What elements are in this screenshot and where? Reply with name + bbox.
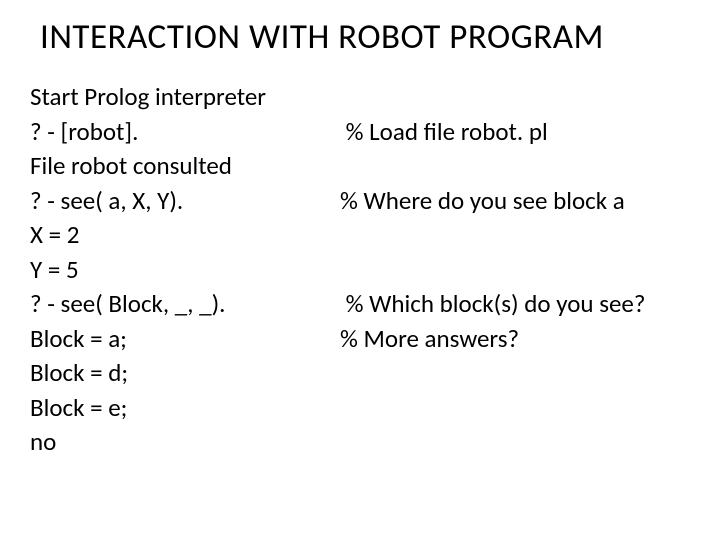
code-left: ? - see( a, X, Y). [30, 184, 340, 219]
code-comment: % More answers? [340, 322, 690, 357]
code-left: Start Prolog interpreter [30, 80, 340, 115]
code-line: Start Prolog interpreter [30, 80, 690, 115]
code-left: X = 2 [30, 218, 340, 253]
code-line: Block = e; [30, 391, 690, 426]
code-comment [340, 425, 690, 460]
code-comment [340, 356, 690, 391]
code-line: ? - see( Block, _, _). % Which block(s) … [30, 287, 690, 322]
code-comment [340, 253, 690, 288]
code-left: ? - see( Block, _, _). [30, 287, 340, 322]
code-comment [340, 391, 690, 426]
code-left: Block = d; [30, 356, 340, 391]
code-left: no [30, 425, 340, 460]
code-left: Y = 5 [30, 253, 340, 288]
code-line: File robot consulted [30, 149, 690, 184]
code-line: Block = d; [30, 356, 690, 391]
code-left: Block = e; [30, 391, 340, 426]
code-left: File robot consulted [30, 149, 340, 184]
code-comment [340, 218, 690, 253]
slide-container: INTERACTION WITH ROBOT PROGRAM Start Pro… [0, 0, 720, 480]
code-comment: % Load file robot. pl [340, 115, 690, 150]
code-line: Block = a; % More answers? [30, 322, 690, 357]
code-line: X = 2 [30, 218, 690, 253]
code-comment [340, 149, 690, 184]
code-left: ? - [robot]. [30, 115, 340, 150]
code-comment [340, 80, 690, 115]
code-comment: % Which block(s) do you see? [340, 287, 690, 322]
code-line: Y = 5 [30, 253, 690, 288]
code-comment: % Where do you see block a [340, 184, 690, 219]
code-line: ? - see( a, X, Y). % Where do you see bl… [30, 184, 690, 219]
code-line: ? - [robot]. % Load file robot. pl [30, 115, 690, 150]
code-line: no [30, 425, 690, 460]
code-listing: Start Prolog interpreter ? - [robot]. % … [30, 80, 690, 460]
code-left: Block = a; [30, 322, 340, 357]
page-title: INTERACTION WITH ROBOT PROGRAM [40, 16, 690, 58]
